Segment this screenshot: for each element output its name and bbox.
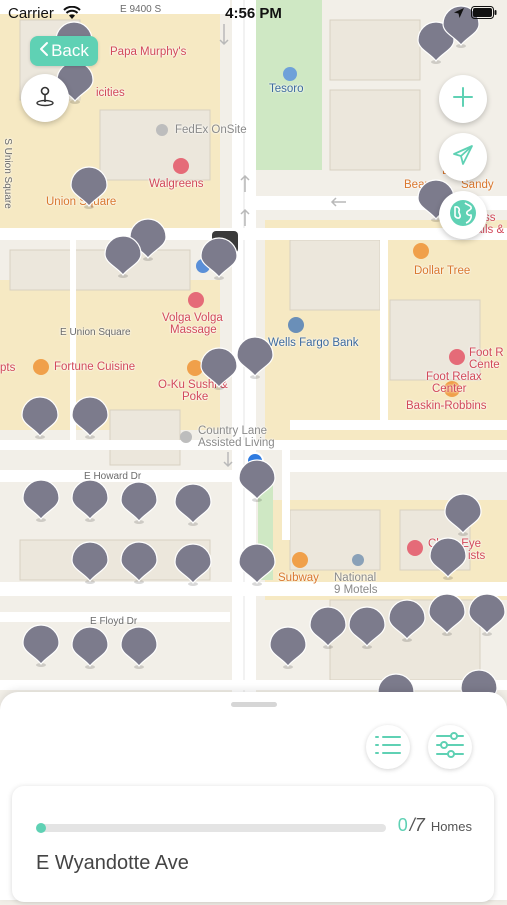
home-pin[interactable] bbox=[71, 479, 109, 522]
status-bar: Carrier 4:56 PM bbox=[0, 0, 507, 28]
home-pin[interactable] bbox=[70, 166, 108, 209]
progress-indicator bbox=[36, 823, 46, 833]
home-pin[interactable] bbox=[71, 396, 109, 439]
location-pin-icon bbox=[34, 84, 56, 113]
list-view-button[interactable] bbox=[366, 725, 410, 769]
homes-progress-count: 0 /7 Homes bbox=[398, 815, 472, 836]
sliders-icon bbox=[435, 731, 465, 763]
home-pin[interactable] bbox=[238, 543, 276, 586]
home-pin[interactable] bbox=[104, 235, 142, 278]
home-pin[interactable] bbox=[200, 347, 238, 390]
home-pin[interactable] bbox=[348, 606, 386, 649]
home-pin[interactable] bbox=[200, 237, 238, 280]
home-pin[interactable] bbox=[71, 626, 109, 669]
home-pin[interactable] bbox=[429, 537, 467, 580]
home-pin[interactable] bbox=[428, 593, 466, 636]
paper-plane-icon bbox=[451, 143, 475, 172]
home-pin[interactable] bbox=[269, 626, 307, 669]
back-button[interactable]: Back bbox=[30, 36, 98, 66]
home-pin[interactable] bbox=[388, 599, 426, 642]
street-name: E Wyandotte Ave bbox=[36, 852, 189, 874]
home-pin[interactable] bbox=[238, 459, 276, 502]
homes-progress-bar bbox=[36, 823, 386, 833]
location-arrow-icon bbox=[453, 6, 465, 23]
chevron-left-icon bbox=[39, 41, 49, 62]
status-time: 4:56 PM bbox=[225, 5, 282, 22]
home-pin[interactable] bbox=[174, 483, 212, 526]
home-pin[interactable] bbox=[120, 541, 158, 584]
home-pin[interactable] bbox=[174, 543, 212, 586]
navigate-button[interactable] bbox=[439, 133, 487, 181]
home-pin[interactable] bbox=[468, 593, 506, 636]
home-pin[interactable] bbox=[22, 479, 60, 522]
map-style-button[interactable] bbox=[439, 191, 487, 239]
home-pin[interactable] bbox=[309, 606, 347, 649]
home-pin[interactable] bbox=[22, 624, 60, 667]
add-button[interactable] bbox=[439, 75, 487, 123]
homes-total: /7 bbox=[409, 815, 425, 835]
back-label: Back bbox=[51, 41, 89, 60]
home-pin[interactable] bbox=[21, 396, 59, 439]
home-pin[interactable] bbox=[120, 626, 158, 669]
home-pin[interactable] bbox=[71, 541, 109, 584]
home-pin[interactable] bbox=[444, 493, 482, 536]
street-card[interactable]: 0 /7 Homes E Wyandotte Ave bbox=[12, 786, 494, 902]
homes-done: 0 bbox=[397, 815, 408, 835]
filter-button[interactable] bbox=[428, 725, 472, 769]
plus-icon bbox=[452, 86, 474, 113]
locate-button[interactable] bbox=[21, 74, 69, 122]
bottom-sheet[interactable]: 0 /7 Homes E Wyandotte Ave bbox=[0, 692, 507, 902]
sheet-drag-handle[interactable] bbox=[231, 702, 277, 707]
homes-unit: Homes bbox=[430, 819, 472, 834]
list-icon bbox=[374, 734, 402, 761]
home-pin[interactable] bbox=[236, 336, 274, 379]
battery-icon bbox=[471, 6, 497, 23]
home-pin[interactable] bbox=[120, 481, 158, 524]
globe-icon bbox=[448, 198, 478, 233]
